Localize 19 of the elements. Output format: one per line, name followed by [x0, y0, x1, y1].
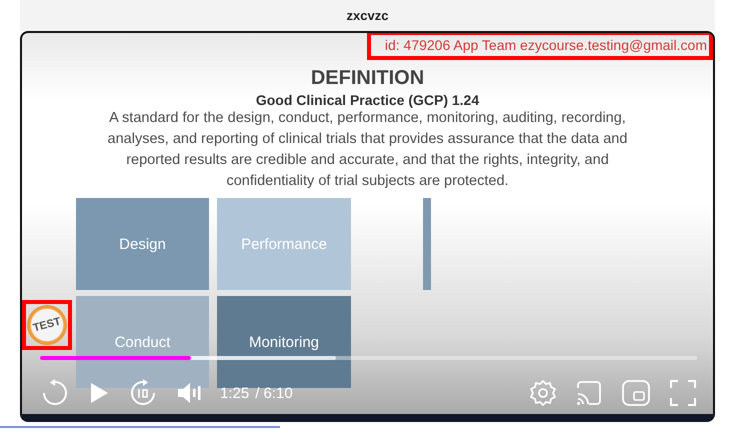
slide-tile: Monitoring: [217, 296, 351, 388]
slide-tile: Performance: [217, 198, 351, 290]
miniplayer-icon[interactable]: [621, 379, 651, 407]
slide-title: DEFINITION: [310, 67, 424, 90]
page-title: zxcvzc: [346, 8, 388, 23]
slide-tile: Design: [76, 198, 209, 290]
volume-icon[interactable]: [176, 382, 202, 404]
cast-icon[interactable]: [575, 380, 603, 406]
fullscreen-icon[interactable]: [669, 379, 697, 407]
progress-track[interactable]: [40, 356, 697, 360]
rewind-10-icon[interactable]: [40, 378, 70, 408]
play-icon[interactable]: [88, 381, 110, 405]
test-badge: TEST: [22, 300, 72, 350]
slide-tile: Conduct: [76, 296, 209, 388]
settings-icon[interactable]: [529, 379, 557, 407]
forward-10-icon[interactable]: [128, 378, 158, 408]
slide-paragraph: A standard for the design, conduct, performance, monitoring, auditing, recording, analyses, and reporting of clinical trials that provides assurance that the data and reported results are credible and accurate, and that the rights, integrity, and confidentiality of trial subjects are protected.: [106, 109, 628, 191]
slide-subtitle: Good Clinical Practice (GCP) 1.24: [256, 92, 480, 108]
watermark-text: id: 479206 App Team ezycourse.testing@gmail.com: [366, 33, 713, 60]
